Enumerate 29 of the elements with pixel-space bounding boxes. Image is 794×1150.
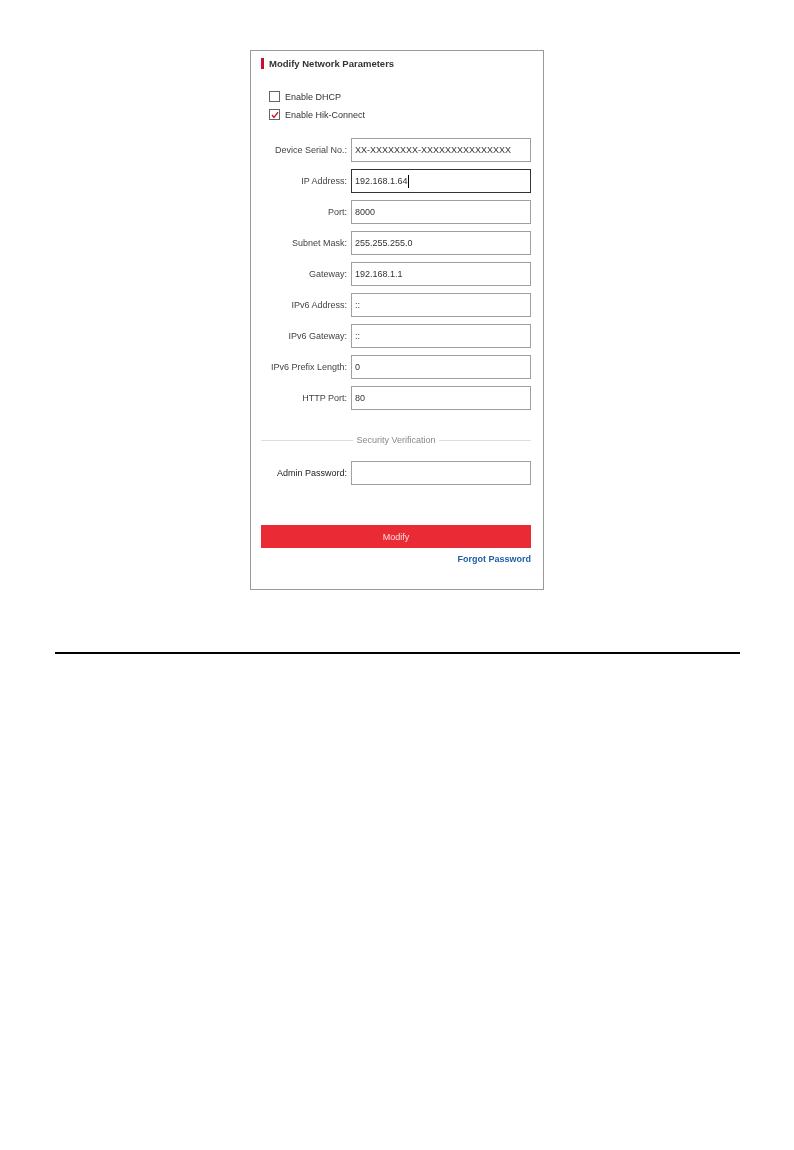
field-label: Subnet Mask:	[290, 238, 347, 248]
field-label: Admin Password:	[275, 468, 347, 478]
input-field[interactable]: 192.168.1.64	[351, 169, 531, 193]
checkbox-label: Enable DHCP	[285, 91, 342, 102]
title-accent-bar	[261, 58, 264, 69]
input-field[interactable]: XX-XXXXXXXX-XXXXXXXXXXXXXXX	[351, 138, 531, 162]
input-field[interactable]: ::	[351, 324, 531, 348]
input-field[interactable]: 8000	[351, 200, 531, 224]
field-label: HTTP Port:	[301, 393, 347, 403]
modify-button[interactable]: Modify	[261, 525, 531, 548]
field-label: IPv6 Prefix Length:	[269, 362, 347, 372]
checkbox[interactable]	[269, 91, 280, 102]
field-label: Port:	[327, 207, 347, 217]
field-label: Device Serial No.:	[273, 145, 347, 155]
field-label: IPv6 Address:	[290, 300, 347, 310]
panel-title: Modify Network Parameters	[269, 58, 395, 69]
field-label: IPv6 Gateway:	[287, 331, 347, 341]
password-field[interactable]	[351, 461, 531, 485]
field-label: Gateway:	[307, 269, 347, 279]
input-field[interactable]: 192.168.1.1	[351, 262, 531, 286]
input-field[interactable]: 0	[351, 355, 531, 379]
input-field[interactable]: 255.255.255.0	[351, 231, 531, 255]
input-field[interactable]: 80	[351, 386, 531, 410]
input-field[interactable]: ::	[351, 293, 531, 317]
field-label: IP Address:	[300, 176, 347, 186]
section-title: Security Verification	[356, 435, 436, 445]
checkbox-label: Enable Hik-Connect	[285, 109, 366, 120]
checkbox[interactable]	[269, 109, 280, 120]
forgot-password-link[interactable]: Forgot Password	[457, 554, 531, 564]
